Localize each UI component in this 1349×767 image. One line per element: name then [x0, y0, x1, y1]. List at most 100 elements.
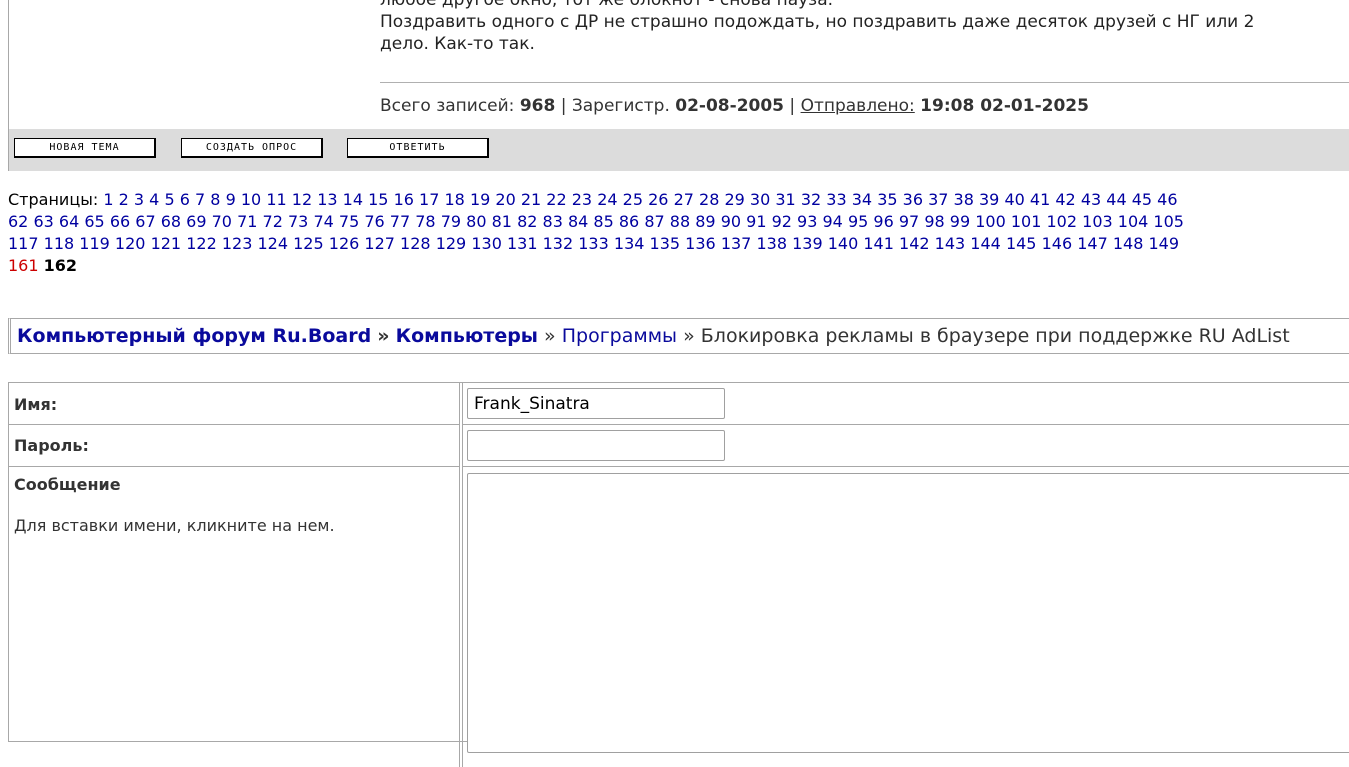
- page-link[interactable]: 28: [699, 190, 719, 209]
- page-link[interactable]: 4: [149, 190, 159, 209]
- page-link[interactable]: 29: [724, 190, 744, 209]
- page-link[interactable]: 83: [543, 212, 563, 231]
- page-link[interactable]: 68: [161, 212, 181, 231]
- page-link[interactable]: 46: [1157, 190, 1177, 209]
- page-link[interactable]: 145: [1006, 234, 1037, 253]
- page-link[interactable]: 15: [368, 190, 388, 209]
- page-link[interactable]: 119: [79, 234, 110, 253]
- page-link[interactable]: 79: [441, 212, 461, 231]
- page-link[interactable]: 42: [1055, 190, 1075, 209]
- page-link[interactable]: 92: [772, 212, 792, 231]
- page-link[interactable]: 125: [293, 234, 324, 253]
- page-link[interactable]: 101: [1011, 212, 1042, 231]
- sent-link[interactable]: Отправлено:: [801, 96, 915, 116]
- page-link[interactable]: 84: [568, 212, 588, 231]
- page-link[interactable]: 62: [8, 212, 28, 231]
- page-link[interactable]: 3: [134, 190, 144, 209]
- page-link[interactable]: 140: [828, 234, 859, 253]
- page-link[interactable]: 22: [546, 190, 566, 209]
- page-link[interactable]: 123: [222, 234, 253, 253]
- page-link[interactable]: 105: [1153, 212, 1184, 231]
- page-link[interactable]: 104: [1118, 212, 1149, 231]
- page-link[interactable]: 99: [950, 212, 970, 231]
- page-link[interactable]: 30: [750, 190, 770, 209]
- reply-button[interactable]: ОТВЕТИТЬ: [347, 138, 489, 158]
- page-link[interactable]: 35: [877, 190, 897, 209]
- page-link[interactable]: 77: [390, 212, 410, 231]
- page-link[interactable]: 32: [801, 190, 821, 209]
- page-link[interactable]: 19: [470, 190, 490, 209]
- page-link[interactable]: 21: [521, 190, 541, 209]
- page-link[interactable]: 81: [492, 212, 512, 231]
- page-link[interactable]: 2: [119, 190, 129, 209]
- page-link[interactable]: 128: [400, 234, 431, 253]
- page-link[interactable]: 11: [266, 190, 286, 209]
- page-link[interactable]: 41: [1030, 190, 1050, 209]
- page-link[interactable]: 121: [151, 234, 182, 253]
- page-link[interactable]: 72: [263, 212, 283, 231]
- page-link[interactable]: 36: [903, 190, 923, 209]
- page-link[interactable]: 148: [1113, 234, 1144, 253]
- page-link[interactable]: 90: [721, 212, 741, 231]
- page-link[interactable]: 86: [619, 212, 639, 231]
- page-link[interactable]: 8: [210, 190, 220, 209]
- page-link[interactable]: 85: [593, 212, 613, 231]
- page-link[interactable]: 93: [797, 212, 817, 231]
- page-link[interactable]: 18: [444, 190, 464, 209]
- page-link[interactable]: 45: [1132, 190, 1152, 209]
- page-link[interactable]: 130: [471, 234, 502, 253]
- page-link[interactable]: 27: [674, 190, 694, 209]
- page-link[interactable]: 88: [670, 212, 690, 231]
- page-link[interactable]: 127: [364, 234, 395, 253]
- password-input[interactable]: [467, 430, 725, 461]
- page-link[interactable]: 143: [935, 234, 966, 253]
- page-link[interactable]: 69: [186, 212, 206, 231]
- page-link[interactable]: 103: [1082, 212, 1113, 231]
- page-link[interactable]: 65: [84, 212, 104, 231]
- breadcrumb-category-link[interactable]: Компьютеры: [396, 325, 538, 347]
- page-link[interactable]: 97: [899, 212, 919, 231]
- page-link[interactable]: 10: [241, 190, 261, 209]
- page-link[interactable]: 129: [436, 234, 467, 253]
- page-link[interactable]: 124: [257, 234, 288, 253]
- page-link[interactable]: 34: [852, 190, 872, 209]
- page-link[interactable]: 39: [979, 190, 999, 209]
- create-poll-button[interactable]: СОЗДАТЬ ОПРОС: [181, 138, 323, 158]
- page-link[interactable]: 144: [970, 234, 1001, 253]
- page-link[interactable]: 9: [226, 190, 236, 209]
- page-link[interactable]: 132: [543, 234, 574, 253]
- page-link[interactable]: 137: [721, 234, 752, 253]
- page-link[interactable]: 146: [1042, 234, 1073, 253]
- page-link[interactable]: 20: [495, 190, 515, 209]
- message-textarea[interactable]: [467, 473, 1349, 753]
- breadcrumb-section-link[interactable]: Программы: [562, 325, 677, 347]
- page-link[interactable]: 43: [1081, 190, 1101, 209]
- page-link[interactable]: 120: [115, 234, 146, 253]
- page-link[interactable]: 70: [212, 212, 232, 231]
- new-topic-button[interactable]: НОВАЯ ТЕМА: [14, 138, 156, 158]
- page-link[interactable]: 73: [288, 212, 308, 231]
- page-link[interactable]: 94: [823, 212, 843, 231]
- page-link[interactable]: 75: [339, 212, 359, 231]
- page-link[interactable]: 5: [164, 190, 174, 209]
- page-link[interactable]: 89: [695, 212, 715, 231]
- page-link[interactable]: 74: [313, 212, 333, 231]
- page-link[interactable]: 44: [1106, 190, 1126, 209]
- page-link[interactable]: 33: [826, 190, 846, 209]
- page-link[interactable]: 25: [623, 190, 643, 209]
- page-link[interactable]: 26: [648, 190, 668, 209]
- page-link[interactable]: 66: [110, 212, 130, 231]
- page-link[interactable]: 12: [292, 190, 312, 209]
- page-link[interactable]: 37: [928, 190, 948, 209]
- page-link[interactable]: 23: [572, 190, 592, 209]
- page-link[interactable]: 6: [180, 190, 190, 209]
- page-link[interactable]: 1: [103, 190, 113, 209]
- page-link[interactable]: 80: [466, 212, 486, 231]
- page-link[interactable]: 71: [237, 212, 257, 231]
- breadcrumb-forum-link[interactable]: Компьютерный форум Ru.Board: [17, 325, 371, 347]
- page-link[interactable]: 138: [756, 234, 787, 253]
- page-link[interactable]: 135: [650, 234, 681, 253]
- page-link[interactable]: 64: [59, 212, 79, 231]
- page-link[interactable]: 141: [863, 234, 894, 253]
- page-link[interactable]: 87: [644, 212, 664, 231]
